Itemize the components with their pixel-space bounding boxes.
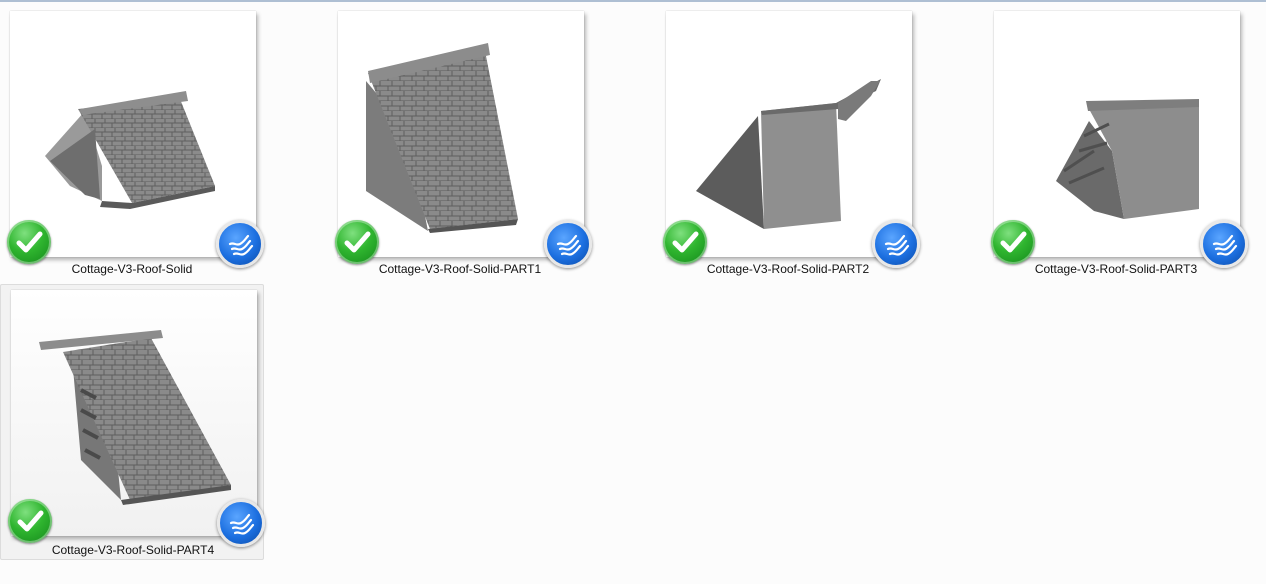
file-tile-roof-solid-part2[interactable]: Cottage-V3-Roof-Solid-PART2: [656, 0, 920, 276]
file-thumbnail[interactable]: [7, 11, 264, 268]
file-thumbnail[interactable]: [991, 11, 1248, 268]
brand-waves-icon: [216, 220, 264, 268]
file-name-label[interactable]: Cottage-V3-Roof-Solid-PART4: [1, 543, 265, 557]
brand-waves-icon: [217, 499, 265, 547]
file-tile-roof-solid-part1[interactable]: Cottage-V3-Roof-Solid-PART1: [328, 0, 592, 276]
file-name-label[interactable]: Cottage-V3-Roof-Solid-PART1: [328, 262, 592, 276]
status-ok-icon: [7, 220, 51, 264]
status-ok-icon: [335, 220, 379, 264]
brand-waves-icon: [1200, 220, 1248, 268]
file-tile-roof-solid-part3[interactable]: Cottage-V3-Roof-Solid-PART3: [984, 0, 1248, 276]
file-thumbnail[interactable]: [335, 11, 592, 268]
file-thumbnail[interactable]: [663, 11, 920, 268]
status-ok-icon: [663, 220, 707, 264]
file-name-label[interactable]: Cottage-V3-Roof-Solid: [0, 262, 264, 276]
brand-waves-icon: [872, 220, 920, 268]
brand-waves-icon: [544, 220, 592, 268]
file-name-label[interactable]: Cottage-V3-Roof-Solid-PART3: [984, 262, 1248, 276]
file-tile-roof-solid-part4[interactable]: Cottage-V3-Roof-Solid-PART4: [0, 284, 265, 560]
status-ok-icon: [8, 499, 52, 543]
file-tile-roof-solid[interactable]: Cottage-V3-Roof-Solid: [0, 0, 264, 276]
file-name-label[interactable]: Cottage-V3-Roof-Solid-PART2: [656, 262, 920, 276]
file-thumbnail[interactable]: [8, 290, 265, 547]
status-ok-icon: [991, 220, 1035, 264]
